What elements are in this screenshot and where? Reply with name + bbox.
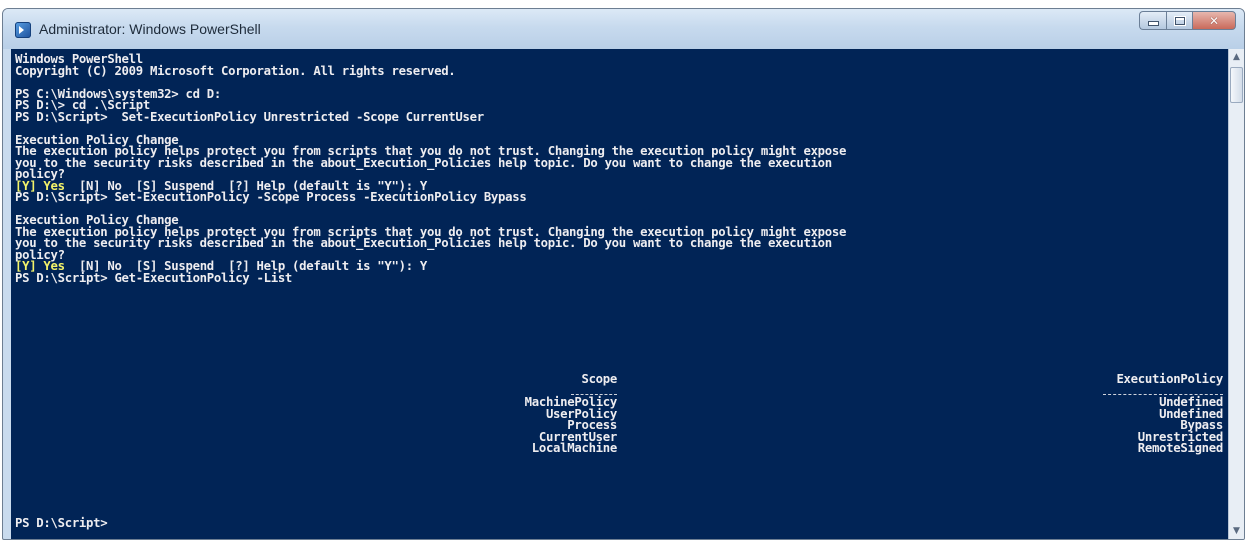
console-output[interactable]: Windows PowerShell Copyright (C) 2009 Mic… <box>11 49 1229 539</box>
console-line: PS D:\Script> Set-ExecutionPolicy Unrest… <box>15 109 484 124</box>
console-line: you to the security risks described in t… <box>15 236 832 250</box>
vertical-scrollbar[interactable]: ▲ ▼ <box>1228 49 1244 539</box>
scope-cell: LocalMachine <box>531 441 618 455</box>
header-scope: Scope <box>581 372 617 386</box>
minimize-button[interactable] <box>1139 11 1166 30</box>
scroll-up-icon[interactable]: ▲ <box>1229 49 1244 65</box>
console-line: PS D:\Script> Set-ExecutionPolicy -Scope… <box>15 190 527 204</box>
window-controls: ✕ <box>1139 11 1236 31</box>
policy-cell: RemoteSigned <box>1137 441 1224 455</box>
close-icon: ✕ <box>1208 13 1220 28</box>
console-text: Windows PowerShell Copyright (C) 2009 Mic… <box>11 49 1229 284</box>
table-row: CurrentUser Unrestricted <box>11 431 1229 444</box>
table-row: UserPolicy Undefined <box>11 408 1229 421</box>
console-line: PS C:\Windows\system32> cd D: <box>15 86 221 101</box>
table-header-row: Scope ExecutionPolicy <box>11 372 1229 386</box>
table-separator <box>11 386 1229 398</box>
command-prompt[interactable]: PS D:\Script> <box>15 516 108 530</box>
close-button[interactable]: ✕ <box>1192 11 1236 30</box>
console-line: PS D:\Script> Get-ExecutionPolicy -List <box>15 270 293 285</box>
maximize-icon <box>1174 16 1185 25</box>
title-bar[interactable]: Administrator: Windows PowerShell ✕ <box>3 9 1244 49</box>
scroll-down-icon[interactable]: ▼ <box>1229 523 1244 539</box>
header-execution-policy: ExecutionPolicy <box>1116 372 1223 386</box>
table-row: Process Bypass <box>11 419 1229 432</box>
execution-policy-table: Scope ExecutionPolicy MachinePolicy Unde… <box>11 372 1229 455</box>
minimize-icon <box>1148 22 1158 25</box>
console-line: Copyright (C) 2009 Microsoft Corporation… <box>15 63 456 78</box>
table-row: LocalMachine RemoteSigned <box>11 441 1229 455</box>
scroll-thumb[interactable] <box>1230 67 1243 103</box>
powershell-window: Administrator: Windows PowerShell ✕ Wind… <box>2 8 1245 540</box>
maximize-button[interactable] <box>1166 11 1192 30</box>
table-row: MachinePolicy Undefined <box>11 396 1229 409</box>
window-title: Administrator: Windows PowerShell <box>39 21 261 37</box>
powershell-icon[interactable] <box>15 22 31 38</box>
console-line: you to the security risks described in t… <box>15 155 832 170</box>
